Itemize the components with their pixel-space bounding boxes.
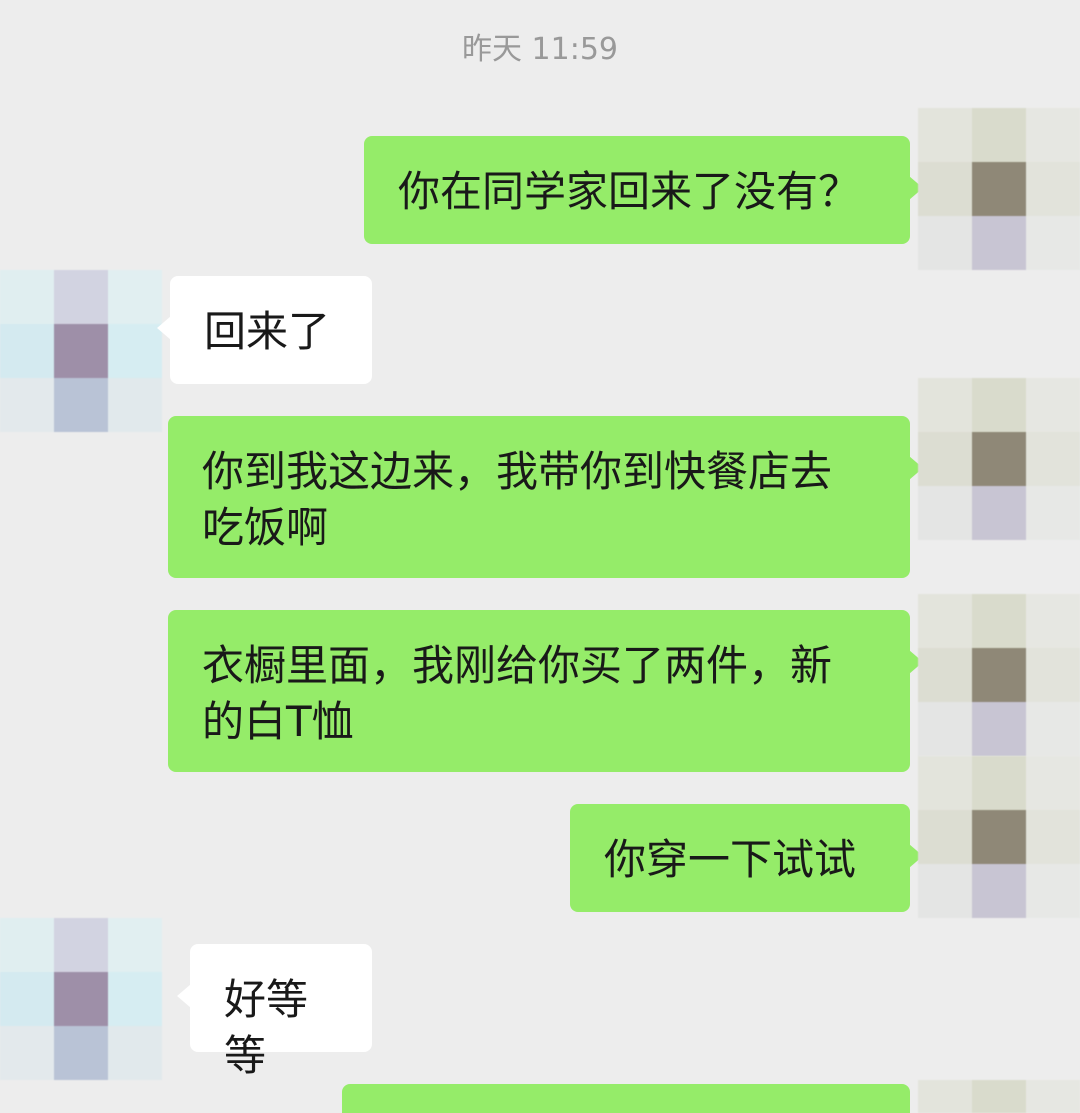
chat-timestamp: 昨天 11:59 <box>462 32 618 67</box>
message-bubble-incoming[interactable]: 回来了 <box>157 276 372 384</box>
message-bubble-incoming[interactable]: 好等等 <box>177 944 372 1080</box>
my-avatar-icon[interactable] <box>918 594 1080 756</box>
message-bubble-outgoing[interactable]: 你在同学家回来了没有？ <box>364 136 923 244</box>
my-avatar-icon[interactable] <box>918 108 1080 270</box>
friend-avatar-icon[interactable] <box>0 270 162 432</box>
my-avatar-icon[interactable] <box>918 378 1080 540</box>
message-bubble-outgoing[interactable] <box>342 1084 910 1113</box>
message-bubble-outgoing[interactable]: 衣橱里面，我刚给你买了两件，新 的白T恤 <box>168 610 923 772</box>
my-avatar-icon[interactable] <box>918 1080 1080 1113</box>
my-avatar-icon[interactable] <box>918 756 1080 918</box>
message-bubble-outgoing[interactable]: 你到我这边来，我带你到快餐店去 吃饭啊 <box>168 416 923 578</box>
friend-avatar-icon[interactable] <box>0 918 162 1080</box>
message-bubble-outgoing[interactable]: 你穿一下试试 <box>570 804 923 912</box>
